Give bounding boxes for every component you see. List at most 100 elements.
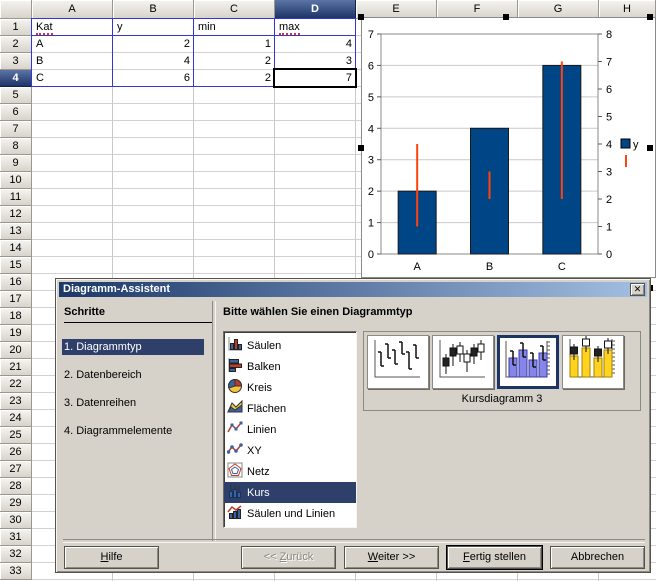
subtype-thumbnail-3[interactable] [497,335,559,389]
chart-type-item-4[interactable]: Flächen [224,398,356,419]
stock-4-thumb [563,336,623,384]
svg-text:6: 6 [606,84,612,96]
chart-type-label: Kreis [247,382,272,394]
row-header-21[interactable]: 21 [0,359,32,376]
chart-resize-handle-1[interactable] [503,14,509,20]
next-button[interactable]: Weiter >> [344,546,439,569]
row-header-23[interactable]: 23 [0,393,32,410]
cell-B4[interactable]: 6 [114,70,193,86]
row-header-31[interactable]: 31 [0,529,32,546]
subtype-thumbnail-1[interactable] [367,335,429,389]
row-header-14[interactable]: 14 [0,240,32,257]
subtype-thumbnail-4[interactable] [562,335,624,389]
row-header-19[interactable]: 19 [0,325,32,342]
button-separator [63,539,645,543]
chart-type-label: XY [247,445,262,457]
row-header-22[interactable]: 22 [0,376,32,393]
chart-resize-handle-2[interactable] [647,14,653,20]
cell-B2[interactable]: 2 [114,36,193,52]
wizard-step-3[interactable]: 3. Datenreihen [62,395,204,411]
row-header-24[interactable]: 24 [0,410,32,427]
cell-B1[interactable]: y [114,19,193,35]
chart-type-prompt: Bitte wählen Sie einen Diagrammtyp [223,306,413,318]
row-header-20[interactable]: 20 [0,342,32,359]
row-header-16[interactable]: 16 [0,274,32,291]
row-header-4[interactable]: 4 [0,70,32,87]
row-header-3[interactable]: 3 [0,53,32,70]
column-header-C[interactable]: C [194,0,275,19]
row-header-11[interactable]: 11 [0,189,32,206]
cell-A2[interactable]: A [33,36,112,52]
row-header-7[interactable]: 7 [0,121,32,138]
cell-text: C [36,72,44,84]
chart-type-item-9[interactable]: Säulen und Linien [224,503,356,524]
chart-type-item-3[interactable]: Kreis [224,377,356,398]
cell-text: Kat [36,21,53,35]
row-header-12[interactable]: 12 [0,206,32,223]
finish-button[interactable]: Fertig stellen [447,546,542,569]
cell-D1[interactable]: max [276,19,355,35]
subtype-thumbnail-2[interactable] [432,335,494,389]
xy-icon [227,441,243,460]
cell-D3[interactable]: 3 [276,53,355,69]
cell-A3[interactable]: B [33,53,112,69]
row-header-1[interactable]: 1 [0,19,32,36]
cell-C1[interactable]: min [195,19,274,35]
row-header-8[interactable]: 8 [0,138,32,155]
chart-type-item-1[interactable]: Säulen [224,335,356,356]
row-header-33[interactable]: 33 [0,563,32,580]
chart-type-item-6[interactable]: XY [224,440,356,461]
close-icon[interactable]: ✕ [630,283,645,296]
row-header-18[interactable]: 18 [0,308,32,325]
chart-resize-handle-4[interactable] [647,145,653,151]
wizard-step-2[interactable]: 2. Datenbereich [62,367,204,383]
select-all-corner[interactable] [0,0,32,19]
row-header-13[interactable]: 13 [0,223,32,240]
wizard-step-1[interactable]: 1. Diagrammtyp [62,339,204,355]
cell-B3[interactable]: 4 [114,53,193,69]
chart-type-item-8[interactable]: Kurs [224,482,356,503]
embedded-chart-object[interactable]: 01234567012345678ABCy [361,17,656,278]
row-header-15[interactable]: 15 [0,257,32,274]
row-header-17[interactable]: 17 [0,291,32,308]
pie-icon [227,378,243,397]
svg-text:7: 7 [606,57,612,69]
dialog-titlebar[interactable]: Diagramm-Assistent ✕ [59,282,647,297]
cell-D4[interactable]: 7 [276,70,355,86]
cancel-button[interactable]: Abbrechen [550,546,645,569]
chart-type-item-7[interactable]: Netz [224,461,356,482]
chart-resize-handle-3[interactable] [358,145,364,151]
row-header-32[interactable]: 32 [0,546,32,563]
column-header-D[interactable]: D [275,0,356,19]
cell-C2[interactable]: 1 [195,36,274,52]
chart-type-item-5[interactable]: Linien [224,419,356,440]
row-header-25[interactable]: 25 [0,427,32,444]
row-header-9[interactable]: 9 [0,155,32,172]
cell-D2[interactable]: 4 [276,36,355,52]
help-button[interactable]: Hilfe [64,546,159,569]
cell-C4[interactable]: 2 [195,70,274,86]
column-header-A[interactable]: A [32,0,113,19]
panel-divider [212,301,216,541]
row-header-29[interactable]: 29 [0,495,32,512]
chart-type-item-2[interactable]: Balken [224,356,356,377]
column-header-B[interactable]: B [113,0,194,19]
chart-resize-handle-0[interactable] [358,14,364,20]
row-header-5[interactable]: 5 [0,87,32,104]
row-header-30[interactable]: 30 [0,512,32,529]
wizard-step-4[interactable]: 4. Diagrammelemente [62,423,204,439]
row-header-26[interactable]: 26 [0,444,32,461]
row-header-2[interactable]: 2 [0,36,32,53]
cell-A4[interactable]: C [33,70,112,86]
svg-text:8: 8 [606,29,612,41]
row-header-6[interactable]: 6 [0,104,32,121]
chart-type-listbox[interactable]: SäulenBalken Kreis FlächenLinien XY NetzKurs… [223,331,357,528]
cell-C3[interactable]: 2 [195,53,274,69]
row-header-28[interactable]: 28 [0,478,32,495]
cell-A1[interactable]: Kat [33,19,112,35]
svg-text:C: C [558,261,566,273]
chart-type-label: Säulen und Linien [247,508,335,520]
svg-text:B: B [486,261,493,273]
row-header-10[interactable]: 10 [0,172,32,189]
row-header-27[interactable]: 27 [0,461,32,478]
